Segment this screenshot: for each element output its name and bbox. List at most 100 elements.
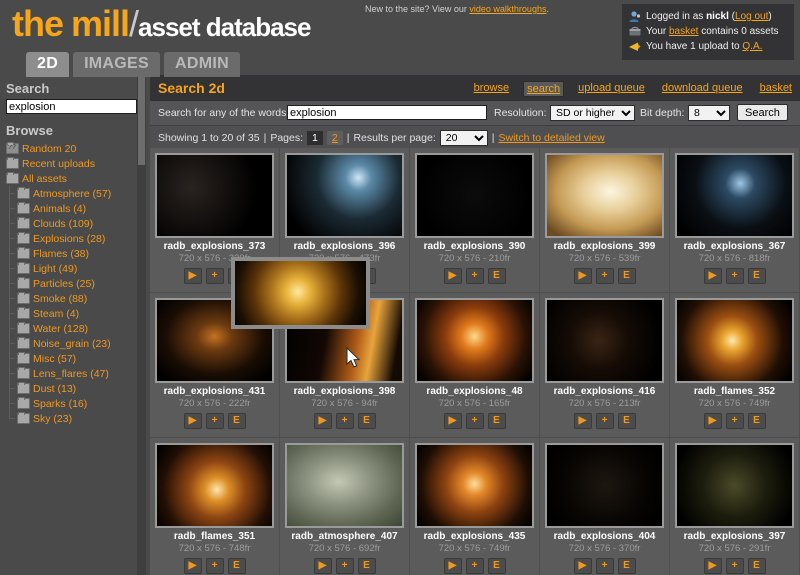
tree-item-sky-23[interactable]: Sky (23) (6, 411, 142, 426)
asset-thumbnail[interactable] (545, 443, 664, 528)
tree-item-atmosphere-57[interactable]: Atmosphere (57) (6, 186, 142, 201)
tree-item-particles-25[interactable]: Particles (25) (6, 276, 142, 291)
asset-thumbnail[interactable] (155, 443, 274, 528)
basket-link[interactable]: basket (669, 26, 698, 37)
play-button[interactable]: ▶ (573, 413, 592, 429)
play-button[interactable]: ▶ (443, 413, 462, 429)
tree-item-water-128[interactable]: Water (128) (6, 321, 142, 336)
nav-download-queue[interactable]: download queue (662, 82, 743, 96)
tree-item-animals-4[interactable]: Animals (4) (6, 201, 142, 216)
asset-thumbnail[interactable] (285, 443, 404, 528)
add-to-basket-button[interactable]: + (595, 413, 614, 429)
edit-button[interactable]: E (617, 268, 636, 284)
add-to-basket-button[interactable]: + (595, 268, 614, 284)
nav-upload-queue[interactable]: upload queue (578, 82, 645, 96)
result-cell[interactable]: radb_flames_352 720 x 576 - 749fr ▶ + E (670, 293, 800, 438)
edit-button[interactable]: E (617, 558, 636, 574)
asset-thumbnail[interactable] (675, 298, 794, 383)
nav-basket[interactable]: basket (760, 82, 792, 96)
result-cell[interactable]: radb_explosions_399 720 x 576 - 539fr ▶ + E (540, 148, 670, 293)
edit-button[interactable]: E (747, 558, 766, 574)
asset-thumbnail[interactable] (415, 443, 534, 528)
result-cell[interactable]: radb_atmosphere_407 720 x 576 - 692fr ▶ + E (280, 438, 410, 575)
site-logo[interactable]: the mill/asset database (12, 4, 311, 47)
edit-button[interactable]: E (227, 558, 246, 574)
tree-item-light-49[interactable]: Light (49) (6, 261, 142, 276)
switch-detailed-view-link[interactable]: Switch to detailed view (498, 132, 604, 144)
asset-thumbnail[interactable] (545, 153, 664, 238)
result-cell[interactable]: radb_explosions_404 720 x 576 - 370fr ▶ + E (540, 438, 670, 575)
search-words-input[interactable] (287, 105, 487, 120)
edit-button[interactable]: E (487, 413, 506, 429)
add-to-basket-button[interactable]: + (465, 268, 484, 284)
add-to-basket-button[interactable]: + (335, 413, 354, 429)
result-cell[interactable]: radb_explosions_367 720 x 576 - 818fr ▶ + E (670, 148, 800, 293)
result-cell[interactable]: radb_explosions_435 720 x 576 - 749fr ▶ + E (410, 438, 540, 575)
edit-button[interactable]: E (487, 558, 506, 574)
resolution-select[interactable]: SD or higher (550, 105, 635, 121)
play-button[interactable]: ▶ (703, 558, 722, 574)
tab-2d[interactable]: 2D (26, 52, 70, 77)
video-walkthroughs-link[interactable]: video walkthroughs (469, 4, 546, 14)
edit-button[interactable]: E (617, 413, 636, 429)
add-to-basket-button[interactable]: + (465, 558, 484, 574)
bit-depth-select[interactable]: 8 (688, 105, 730, 121)
scrollbar-thumb[interactable] (138, 75, 145, 165)
tree-item-steam-4[interactable]: Steam (4) (6, 306, 142, 321)
asset-thumbnail[interactable] (415, 298, 534, 383)
edit-button[interactable]: E (747, 413, 766, 429)
sidebar-search-input[interactable] (6, 99, 137, 114)
add-to-basket-button[interactable]: + (725, 268, 744, 284)
tree-item-all-assets[interactable]: All assets (6, 171, 142, 186)
play-button[interactable]: ▶ (183, 558, 202, 574)
add-to-basket-button[interactable]: + (205, 268, 224, 284)
play-button[interactable]: ▶ (703, 413, 722, 429)
result-cell[interactable]: radb_explosions_416 720 x 576 - 213fr ▶ + E (540, 293, 670, 438)
play-button[interactable]: ▶ (443, 268, 462, 284)
add-to-basket-button[interactable]: + (205, 413, 224, 429)
asset-thumbnail[interactable] (415, 153, 534, 238)
add-to-basket-button[interactable]: + (205, 558, 224, 574)
edit-button[interactable]: E (357, 413, 376, 429)
add-to-basket-button[interactable]: + (725, 413, 744, 429)
page-1-button[interactable]: 1 (307, 131, 323, 145)
add-to-basket-button[interactable]: + (595, 558, 614, 574)
add-to-basket-button[interactable]: + (335, 558, 354, 574)
tree-item-lens-flares-47[interactable]: Lens_flares (47) (6, 366, 142, 381)
play-button[interactable]: ▶ (443, 558, 462, 574)
tree-item-smoke-88[interactable]: Smoke (88) (6, 291, 142, 306)
play-button[interactable]: ▶ (313, 558, 332, 574)
asset-thumbnail[interactable] (155, 153, 274, 238)
result-cell[interactable]: radb_explosions_397 720 x 576 - 291fr ▶ + E (670, 438, 800, 575)
play-button[interactable]: ▶ (183, 413, 202, 429)
play-button[interactable]: ▶ (573, 268, 592, 284)
tree-item-clouds-109[interactable]: Clouds (109) (6, 216, 142, 231)
add-to-basket-button[interactable]: + (725, 558, 744, 574)
qa-link[interactable]: Q.A. (742, 41, 762, 52)
asset-thumbnail[interactable] (675, 153, 794, 238)
nav-browse[interactable]: browse (474, 82, 509, 96)
edit-button[interactable]: E (357, 558, 376, 574)
tree-item-random-20[interactable]: ?? Random 20 (6, 141, 142, 156)
tree-item-recent-uploads[interactable]: Recent uploads (6, 156, 142, 171)
per-page-select[interactable]: 20 (439, 130, 488, 146)
tab-admin[interactable]: ADMIN (163, 52, 240, 77)
tree-item-dust-13[interactable]: Dust (13) (6, 381, 142, 396)
add-to-basket-button[interactable]: + (465, 413, 484, 429)
tree-item-misc-57[interactable]: Misc (57) (6, 351, 142, 366)
edit-button[interactable]: E (747, 268, 766, 284)
tree-item-explosions-28[interactable]: Explosions (28) (6, 231, 142, 246)
sidebar-scrollbar[interactable] (137, 75, 146, 575)
tree-item-flames-38[interactable]: Flames (38) (6, 246, 142, 261)
logout-link[interactable]: Log out (735, 11, 768, 22)
play-button[interactable]: ▶ (703, 268, 722, 284)
asset-thumbnail[interactable] (545, 298, 664, 383)
nav-search[interactable]: search (523, 81, 565, 97)
tree-item-noise-grain-23[interactable]: Noise_grain (23) (6, 336, 142, 351)
page-2-button[interactable]: 2 (326, 131, 343, 145)
tree-item-sparks-16[interactable]: Sparks (16) (6, 396, 142, 411)
result-cell[interactable]: radb_explosions_390 720 x 576 - 210fr ▶ + E (410, 148, 540, 293)
edit-button[interactable]: E (487, 268, 506, 284)
play-button[interactable]: ▶ (313, 413, 332, 429)
search-submit-button[interactable]: Search (737, 104, 788, 121)
